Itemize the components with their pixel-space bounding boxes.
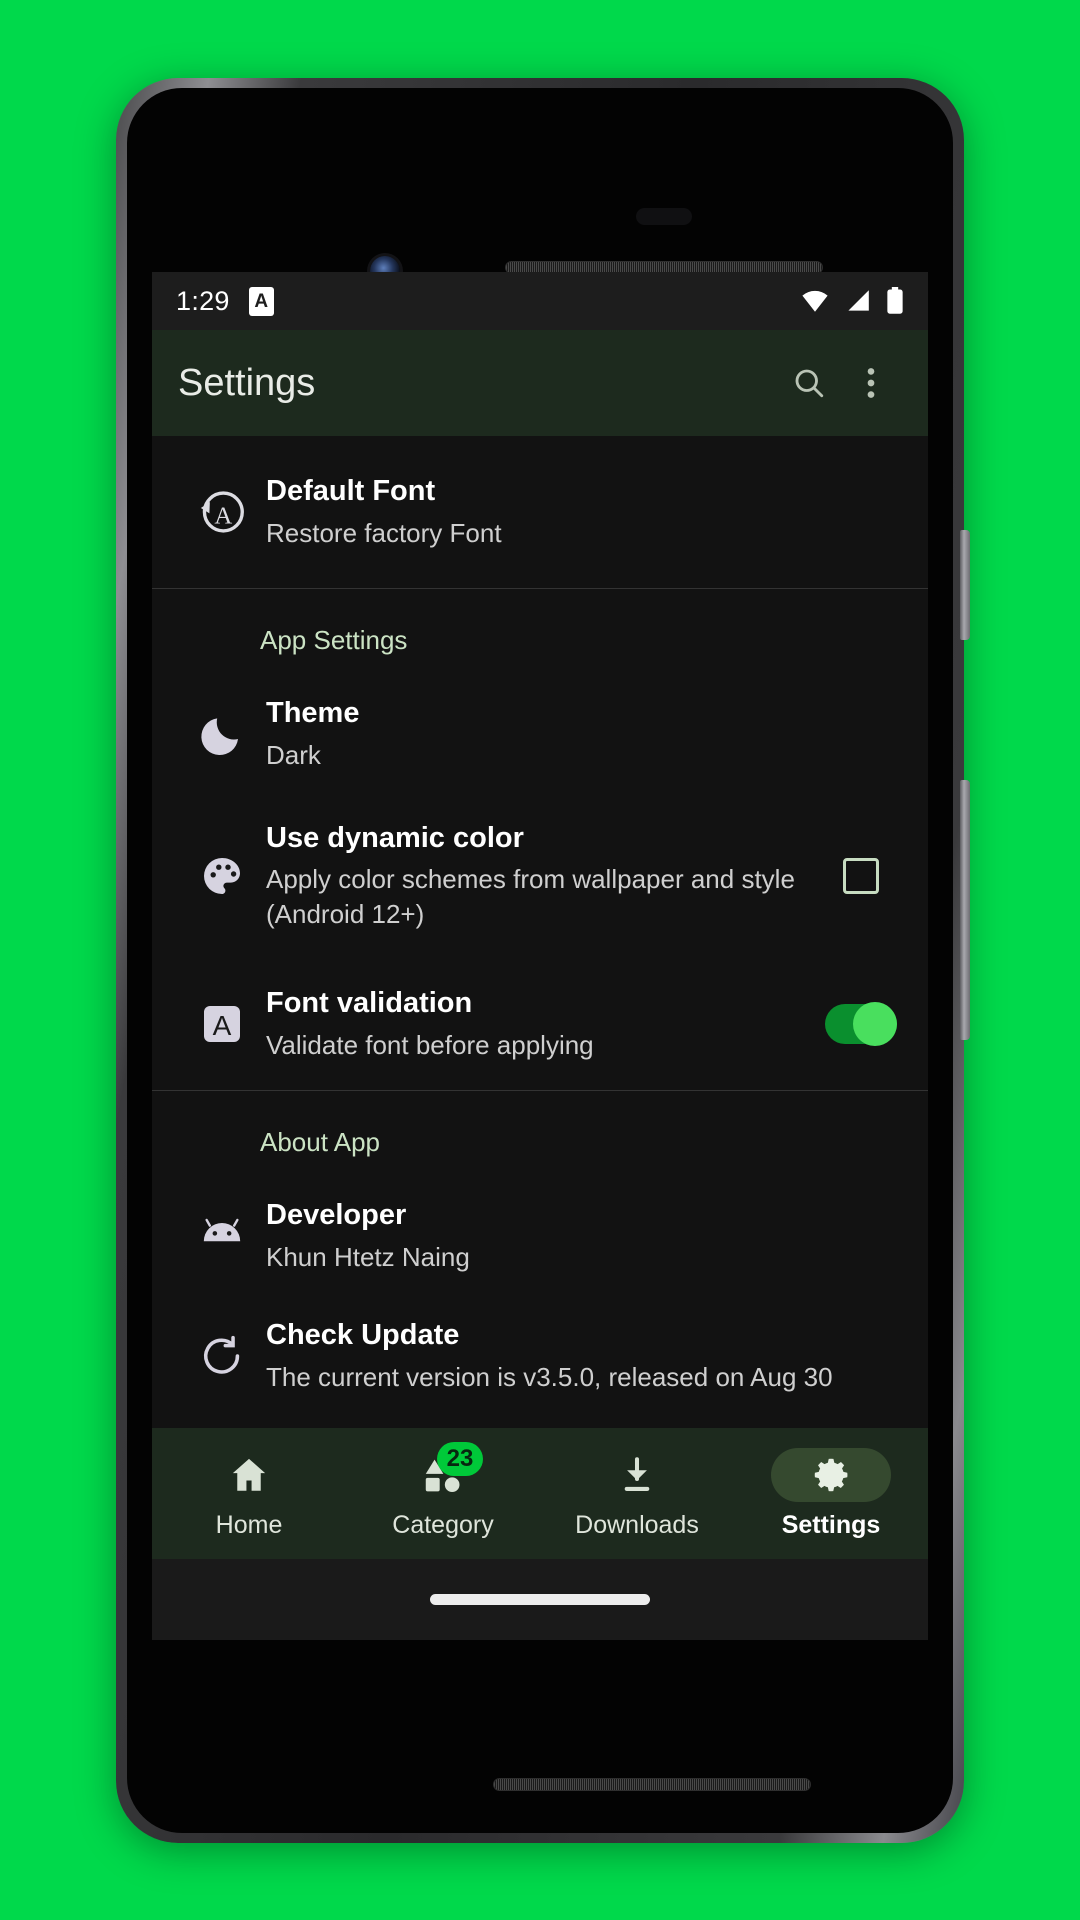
cellular-signal-icon	[844, 289, 872, 313]
row-title: Use dynamic color	[266, 822, 524, 854]
download-icon	[624, 1456, 650, 1491]
settings-row-text: Font validation Validate font before app…	[266, 986, 822, 1062]
svg-text:A: A	[213, 1010, 232, 1041]
settings-row-text: Developer Khun Htetz Naing	[266, 1198, 900, 1274]
restore-font-icon: A	[178, 485, 266, 539]
settings-row-font-validation[interactable]: A Font validation Validate font before a…	[152, 958, 928, 1090]
font-validation-switch[interactable]	[822, 1002, 900, 1046]
row-title: Default Font	[266, 475, 436, 508]
home-gesture-pill[interactable]	[430, 1594, 650, 1605]
nav-label: Category	[392, 1510, 494, 1539]
nav-label: Downloads	[575, 1510, 699, 1539]
checkbox-unchecked-icon[interactable]	[843, 858, 879, 894]
wifi-icon	[800, 289, 830, 313]
nav-icon-wrap	[577, 1448, 697, 1502]
page-title: Settings	[178, 361, 316, 404]
battery-icon	[886, 287, 904, 315]
row-subtitle: Apply color schemes from wallpaper and s…	[266, 864, 795, 929]
status-clock: 1:29	[176, 285, 230, 316]
settings-row-text: Theme Dark	[266, 696, 900, 772]
app-screen: 1:29 A Settings A Default Font Restore f…	[152, 272, 928, 1640]
row-title: Font validation	[266, 987, 473, 1020]
settings-row-text: Default Font Restore factory Font	[266, 474, 900, 550]
switch-knob	[853, 1002, 897, 1046]
nav-label: Home	[215, 1510, 283, 1539]
search-icon[interactable]	[778, 352, 840, 414]
update-icon	[178, 1331, 266, 1381]
nav-label: Settings	[781, 1510, 881, 1539]
settings-row-theme[interactable]: Theme Dark	[152, 674, 928, 794]
more-vertical-icon[interactable]	[840, 352, 902, 414]
nav-icon-wrap-active	[771, 1447, 891, 1502]
category-badge: 23	[437, 1441, 483, 1476]
moon-icon	[178, 710, 266, 758]
dynamic-color-checkbox[interactable]	[822, 858, 900, 894]
font-a-icon: A	[178, 1000, 266, 1048]
row-title: Theme	[266, 697, 360, 730]
nav-item-downloads[interactable]: Downloads	[540, 1448, 734, 1540]
status-bar: 1:29 A	[152, 272, 928, 330]
section-header-about-app: About App	[260, 1127, 380, 1157]
row-subtitle: Restore factory Font	[266, 517, 502, 548]
system-gesture-bar	[152, 1559, 928, 1640]
home-icon	[232, 1458, 266, 1491]
settings-row-developer[interactable]: Developer Khun Htetz Naing	[152, 1176, 928, 1296]
switch-on-icon[interactable]	[825, 1002, 897, 1046]
section-header-app-settings: App Settings	[260, 625, 408, 655]
bottom-speaker-grille	[493, 1778, 811, 1791]
settings-list: A Default Font Restore factory Font App …	[152, 436, 928, 1416]
nav-icon-wrap: 23	[383, 1441, 503, 1502]
settings-row-text: Check Update The current version is v3.5…	[266, 1318, 900, 1394]
nav-item-home[interactable]: Home	[152, 1448, 346, 1540]
android-icon	[178, 1210, 266, 1262]
app-bar: Settings	[152, 330, 928, 436]
nav-item-settings[interactable]: Settings	[734, 1447, 928, 1540]
notification-app-icon: A	[248, 286, 274, 316]
palette-icon	[178, 852, 266, 900]
svg-text:A: A	[214, 502, 232, 529]
row-subtitle: Dark	[266, 739, 321, 770]
row-subtitle: The current version is v3.5.0, released …	[266, 1361, 833, 1392]
row-title: Developer	[266, 1199, 407, 1232]
volume-button[interactable]	[960, 780, 970, 1040]
settings-row-dynamic-color[interactable]: Use dynamic color Apply color schemes fr…	[152, 794, 928, 958]
row-subtitle: Validate font before applying	[266, 1029, 594, 1060]
proximity-sensor-icon	[636, 208, 692, 225]
gear-icon	[814, 1458, 848, 1491]
settings-row-default-font[interactable]: A Default Font Restore factory Font	[152, 436, 928, 588]
settings-row-text: Use dynamic color Apply color schemes fr…	[266, 821, 822, 931]
nav-item-category[interactable]: 23 Category	[346, 1441, 540, 1540]
settings-row-check-update[interactable]: Check Update The current version is v3.5…	[152, 1296, 928, 1416]
row-subtitle: Khun Htetz Naing	[266, 1241, 470, 1272]
power-button[interactable]	[960, 530, 970, 640]
bottom-navigation-bar: Home 23 Category Downloads Settings	[152, 1428, 928, 1559]
row-title: Check Update	[266, 1319, 460, 1352]
nav-icon-wrap	[189, 1448, 309, 1502]
